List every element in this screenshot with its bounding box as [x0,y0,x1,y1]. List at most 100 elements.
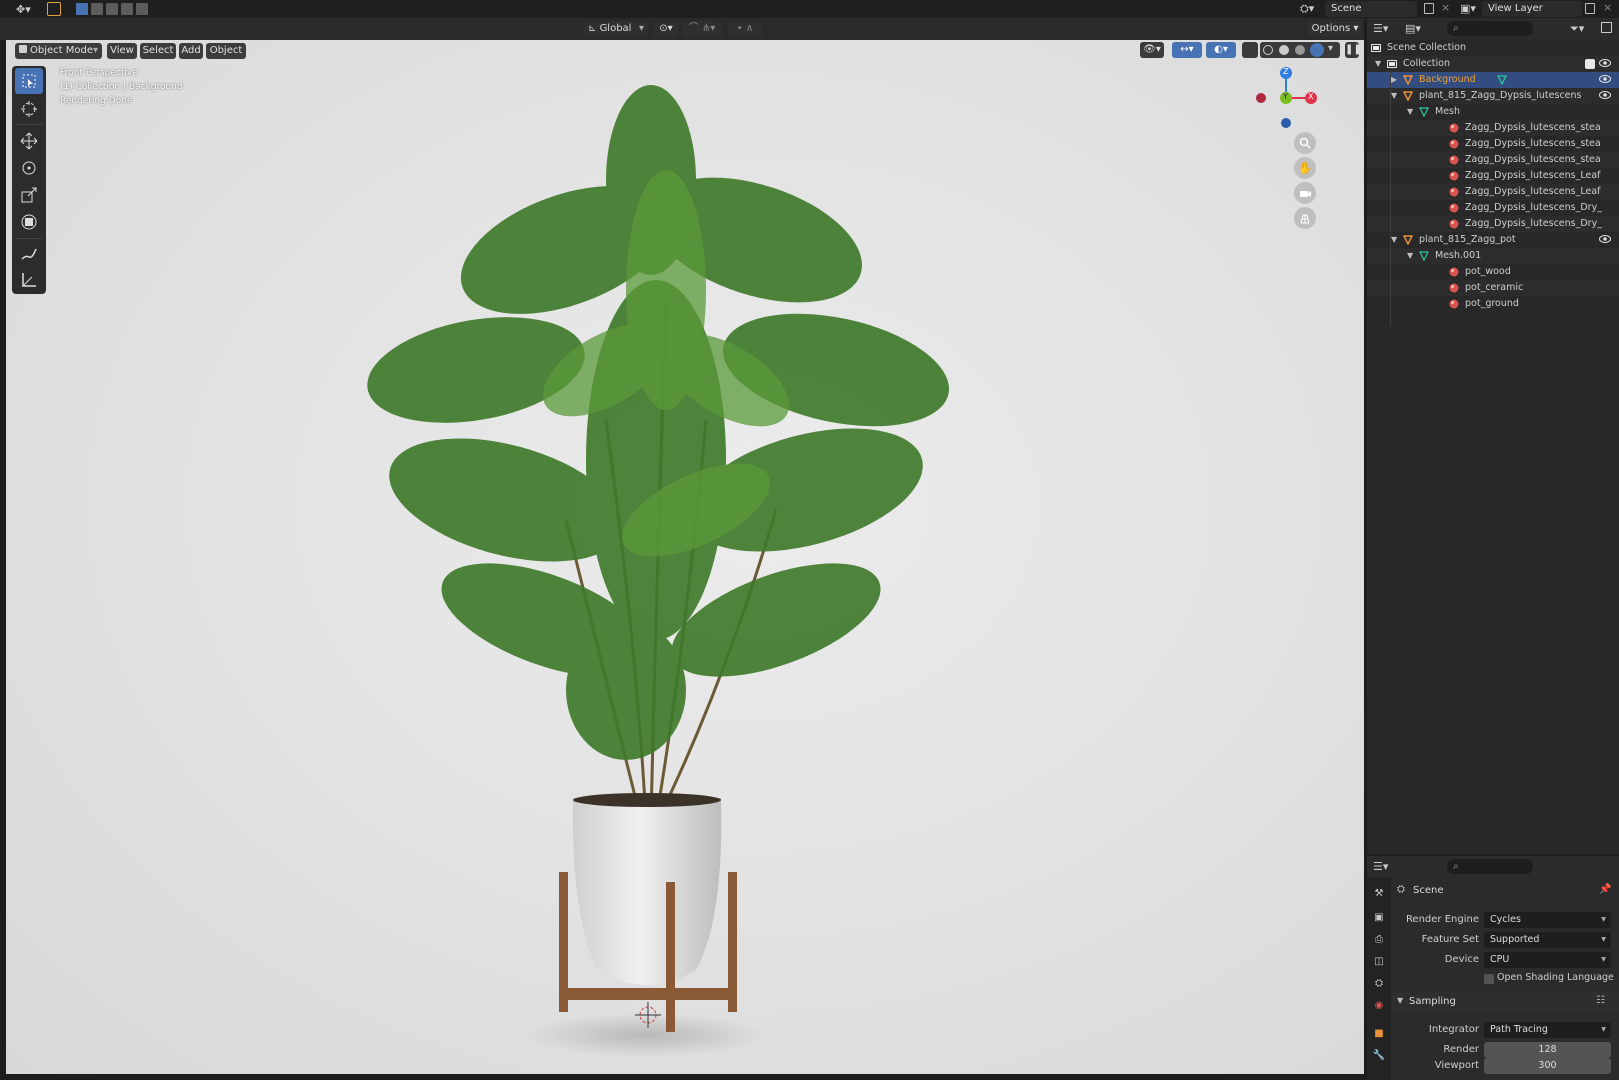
material-icon [1449,139,1459,149]
material-icon [1449,203,1459,213]
outliner-row[interactable]: pot_ceramic [1367,280,1619,296]
outliner-row-label: Background [1419,74,1476,85]
sampling-panel-header[interactable]: ▼ Sampling ☷ [1391,992,1619,1012]
snap-toggle[interactable]: ⌒ ⋔▾ [682,21,722,37]
object-tab-icon[interactable]: ■ [1370,1024,1388,1042]
presets-list-icon[interactable]: ☷ [1596,995,1605,1006]
render-tab-icon[interactable]: ▣ [1370,908,1388,926]
view-layer-tab-icon[interactable]: ◫ [1370,952,1388,970]
render-samples-field[interactable]: 128 [1484,1042,1611,1058]
viewport-samples-field[interactable]: 300 [1484,1058,1611,1074]
device-value: CPU [1490,954,1510,965]
outliner-row[interactable]: Zagg_Dypsis_lutescens_Dry_ [1367,216,1619,232]
viewport-samples-label: Viewport [1434,1060,1479,1071]
modifier-tab-icon[interactable]: 🔧 [1370,1046,1388,1064]
outliner-row[interactable]: ▼ Collection [1367,56,1619,72]
scene-selector[interactable]: Scene [1325,1,1417,17]
outliner-row[interactable]: ▼ Mesh.001 [1367,248,1619,264]
render-engine-value: Cycles [1490,914,1521,925]
new-collection-icon[interactable] [1601,22,1612,33]
options-label: Options [1311,23,1351,34]
close-view-layer-icon[interactable]: × [1603,1,1612,14]
outliner-row-label: Zagg_Dypsis_lutescens_Dry_ [1465,202,1602,213]
tool-tab-icon[interactable]: ⚒ [1370,884,1388,902]
integrator-dropdown[interactable]: Path Tracing ▾ [1484,1022,1611,1038]
device-dropdown[interactable]: CPU ▾ [1484,952,1611,968]
device-label: Device [1444,954,1479,965]
expand-toggle-icon[interactable]: ▼ [1391,232,1397,248]
scene-icon[interactable]: ⛭▾ [1300,2,1314,16]
3d-viewport[interactable]: Object Mode ▾ View Select Add Object 👁▾ ↔… [6,40,1364,1074]
render-engine-label: Render Engine [1405,914,1479,925]
mesh-icon [1419,251,1429,262]
outliner-search-input[interactable]: ⌕ [1447,21,1533,36]
outliner-row[interactable]: Zagg_Dypsis_lutescens_Leaf [1367,168,1619,184]
outliner-row[interactable]: Zagg_Dypsis_lutescens_stea [1367,136,1619,152]
properties-editor-type-icon[interactable]: ☰▾ [1373,860,1388,873]
collection-icon [1387,59,1397,69]
material-icon [1449,171,1459,181]
outliner-row-label: pot_wood [1465,266,1511,277]
new-view-layer-icon[interactable] [1585,3,1595,14]
expand-toggle-icon[interactable]: ▼ [1391,88,1397,104]
exclude-checkbox-icon[interactable] [1585,59,1595,69]
display-mode-icon[interactable]: ▤▾ [1405,22,1421,35]
outliner-row[interactable]: pot_wood [1367,264,1619,280]
tree-guide-line [1390,70,1391,326]
outliner-row[interactable]: ▼ plant_815_Zagg_pot [1367,232,1619,248]
pin-icon[interactable]: 📌 [1599,884,1611,895]
outliner-row-label: Mesh.001 [1435,250,1482,261]
outliner-row-label: Zagg_Dypsis_lutescens_stea [1465,154,1601,165]
properties-tabs: ⚒ ▣ ⎙ ◫ ⛭ ◉ ■ 🔧 [1367,878,1391,1080]
editor-type-icon[interactable]: ✥▾ [16,3,38,16]
outliner-row[interactable]: Zagg_Dypsis_lutescens_stea [1367,152,1619,168]
outliner-row-label: Zagg_Dypsis_lutescens_Dry_ [1465,218,1602,229]
outliner-row[interactable]: ▼ Mesh [1367,104,1619,120]
outliner-row[interactable]: Zagg_Dypsis_lutescens_stea [1367,120,1619,136]
view-layer-selector[interactable]: View Layer [1482,1,1582,17]
outliner-row-label: Mesh [1435,106,1461,117]
pivot-point-dropdown[interactable]: ⊙▾ [654,21,678,37]
integrator-label: Integrator [1428,1024,1479,1035]
osl-label: Open Shading Language [1497,972,1614,983]
scene-selector-label: Scene [1331,3,1362,14]
material-icon [1449,267,1459,277]
expand-toggle-icon[interactable]: ▼ [1375,56,1381,72]
transform-orientation-dropdown[interactable]: ⊾ Global ▾ [584,21,648,37]
object-icon [1402,75,1414,86]
output-tab-icon[interactable]: ⎙ [1370,930,1388,948]
outliner-row[interactable]: ▶ Background [1367,72,1619,88]
outliner-row[interactable]: Zagg_Dypsis_lutescens_Leaf [1367,184,1619,200]
close-scene-icon[interactable]: × [1441,1,1450,14]
mesh-data-icon [1497,75,1507,86]
expand-toggle-icon[interactable]: ▶ [1391,72,1397,88]
view-layer-icon[interactable]: ▣▾ [1460,2,1476,15]
outliner-row-label: plant_815_Zagg_pot [1419,234,1516,245]
selection-mode-icons[interactable] [76,3,148,15]
material-icon [1449,187,1459,197]
outliner-row[interactable]: ▼ plant_815_Zagg_Dypsis_lutescens [1367,88,1619,104]
outliner-row-label: pot_ground [1465,298,1519,309]
render-samples-label: Render [1443,1044,1479,1055]
sampling-label: Sampling [1409,996,1456,1007]
outliner-row[interactable]: Zagg_Dypsis_lutescens_Dry_ [1367,200,1619,216]
render-engine-dropdown[interactable]: Cycles ▾ [1484,912,1611,928]
view-layer-label: View Layer [1488,3,1543,14]
expand-toggle-icon[interactable]: ▼ [1407,248,1413,264]
properties-search-input[interactable]: ⌕ [1447,859,1533,874]
outliner-editor-type-icon[interactable]: ☰▾ [1373,22,1388,35]
new-scene-icon[interactable] [1424,3,1434,14]
feature-set-dropdown[interactable]: Supported ▾ [1484,932,1611,948]
osl-checkbox[interactable] [1484,974,1494,984]
viewport-header: ⊾ Global ▾ ⊙▾ ⌒ ⋔▾ • ∧ Options ▾ [0,18,1364,40]
scene-tab-icon[interactable]: ⛭ [1370,974,1388,992]
world-tab-icon[interactable]: ◉ [1370,996,1388,1014]
proportional-editing-toggle[interactable]: • ∧ [728,21,762,37]
expand-toggle-icon[interactable]: ▼ [1407,104,1413,120]
outliner-panel: ☰▾ ▤▾ ⌕ ⏷▾ Scene Collection ▼ Collection ▶ B… [1367,18,1619,854]
filter-icon[interactable]: ⏷▾ [1570,22,1584,36]
outliner-row[interactable]: pot_ground [1367,296,1619,312]
select-mode-icon[interactable] [47,2,61,16]
options-dropdown[interactable]: Options ▾ [1308,21,1362,37]
outliner-row[interactable]: Scene Collection [1367,40,1619,56]
